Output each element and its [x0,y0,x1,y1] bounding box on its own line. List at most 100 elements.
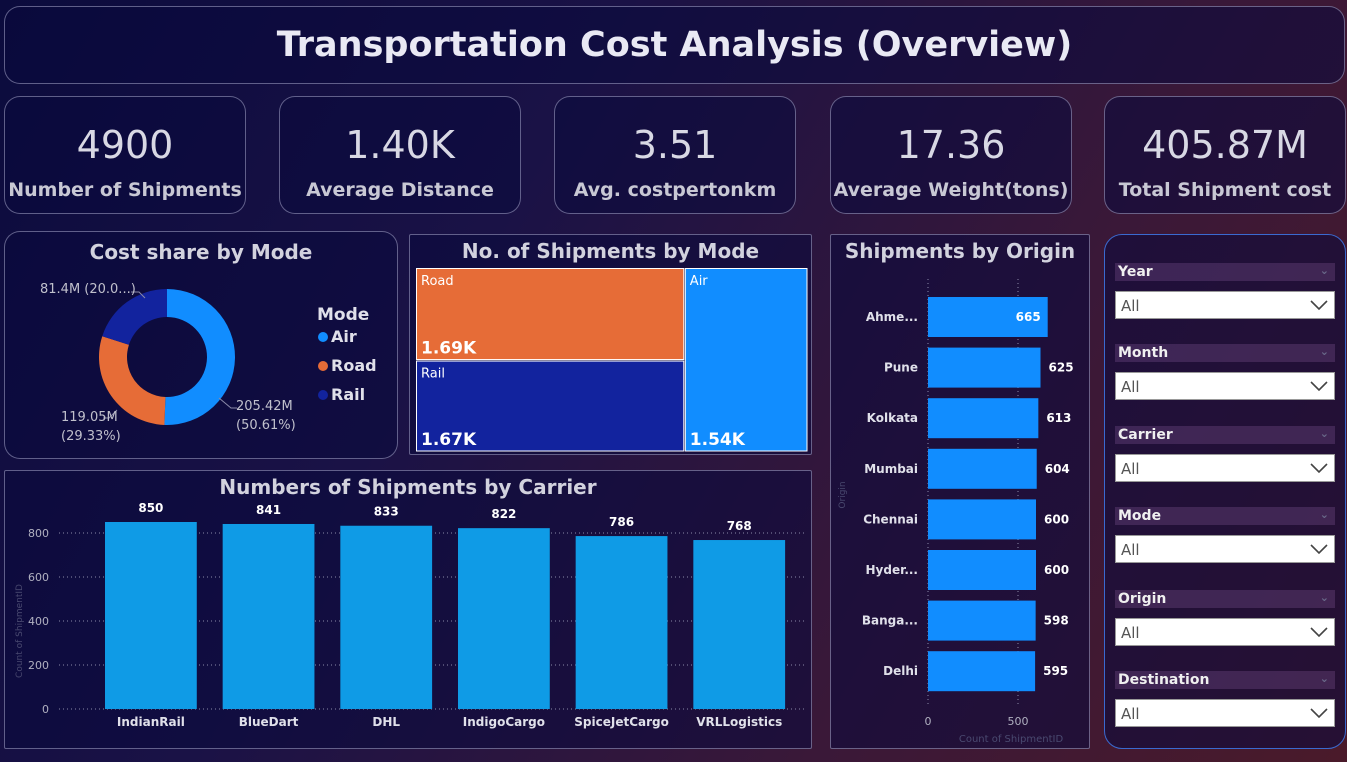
cost-share-panel[interactable]: Cost share by Mode Mode Air Road Rail 205.… [4,231,398,459]
chevron-down-icon [1310,463,1328,474]
origin-bar-panel[interactable]: Shipments by Origin Origin Count of Ship… [830,234,1090,749]
donut-slice-air[interactable] [164,289,235,425]
mode-dropdown[interactable]: All [1115,535,1335,563]
y-tick-label: Banga... [862,614,918,628]
bar-value-label: 841 [256,503,281,517]
x-tick-label: IndigoCargo [463,715,545,729]
y-tick-label: 600 [28,571,49,584]
bar-value-label: 600 [1044,563,1069,577]
donut-slice-rail[interactable] [102,289,167,345]
treemap-svg: Road 1.69K Rail 1.67K Air 1.54K [416,268,808,452]
legend-marker [318,361,328,371]
y-tick-label: 200 [28,659,49,672]
chevron-down-icon[interactable]: ⌄ [1320,589,1329,607]
legend-item-air[interactable]: Air [331,327,357,346]
y-tick-label: Mumbai [864,462,918,476]
dropdown-value: All [1121,378,1140,396]
chevron-down-icon[interactable]: ⌄ [1320,425,1329,443]
y-tick-label: Chennai [863,512,918,526]
bar-chennai[interactable] [928,499,1036,540]
kpi-value: 4900 [76,123,174,167]
slicer-label: Year [1118,264,1153,280]
chevron-down-icon[interactable]: ⌄ [1320,262,1329,280]
bar-banga[interactable] [928,600,1036,641]
bar-vrllogistics[interactable] [693,540,786,709]
dropdown-value: All [1121,460,1140,478]
treemap-value-road: 1.69K [421,339,477,359]
filter-panel: Year ⌄ All Month ⌄ All Carrier ⌄ All Mode ⌄ … [1104,234,1346,749]
legend-item-rail[interactable]: Rail [331,385,365,404]
kpi-label: Total Shipment cost [1118,179,1332,201]
kpi-value: 17.36 [896,123,1006,167]
chevron-down-icon [1310,544,1328,555]
bar-value-label: 665 [1016,310,1041,324]
kpi-card-shipments[interactable]: 4900 Number of Shipments [4,96,246,214]
bar-value-label: 598 [1044,614,1069,628]
legend-item-road[interactable]: Road [331,356,377,375]
treemap-value-air: 1.54K [690,430,746,450]
mode-treemap-panel[interactable]: No. of Shipments by Mode Road 1.69K Rail 1.… [409,234,812,455]
header-banner: Transportation Cost Analysis (Overview) [4,6,1345,84]
destination-dropdown[interactable]: All [1115,699,1335,727]
legend-marker [318,390,328,400]
bar-bluedart[interactable] [222,523,315,709]
x-tick-label: 500 [1008,715,1029,728]
y-tick-label: Kolkata [867,411,918,425]
kpi-value: 3.51 [632,123,718,167]
y-tick-label: 800 [28,527,49,540]
origin-dropdown[interactable]: All [1115,618,1335,646]
year-dropdown[interactable]: All [1115,291,1335,319]
kpi-card-costpertonkm[interactable]: 3.51 Avg. costpertonkm [554,96,796,214]
legend-marker [318,332,328,342]
bar-indigocargo[interactable] [458,528,550,709]
bar-kolkata[interactable] [928,398,1039,439]
bar-value-label: 600 [1044,512,1069,526]
data-label-air: 205.42M [236,399,293,414]
bar-spicejetcargo[interactable] [575,536,668,709]
kpi-label: Average Weight(tons) [833,179,1069,201]
bar-hyder[interactable] [928,550,1036,590]
chevron-down-icon[interactable]: ⌄ [1320,343,1329,361]
bar-value-label: 604 [1045,462,1070,476]
kpi-label: Avg. costpertonkm [573,179,777,201]
bar-dhl[interactable] [340,525,433,709]
treemap-tile-air[interactable] [684,268,808,452]
kpi-card-total-cost[interactable]: 405.87M Total Shipment cost [1104,96,1346,214]
kpi-label: Average Distance [306,179,494,201]
bar-indianrail[interactable] [105,522,197,709]
data-label-rail: 81.4M (20.0...) [40,282,136,297]
donut-svg: Mode Air Road Rail 205.42M (50.61%) 119.05M (… [40,282,377,444]
slicer-label: Origin [1118,591,1167,607]
month-dropdown[interactable]: All [1115,372,1335,400]
origin-y-axis-label: Origin [838,481,848,508]
x-tick-label: 0 [925,715,932,728]
carrier-dropdown[interactable]: All [1115,454,1335,482]
bar-delhi[interactable] [928,651,1036,692]
carrier-bar-panel[interactable]: Numbers of Shipments by Carrier Count of… [4,470,812,749]
origin-x-axis-label: Count of ShipmentID [959,734,1064,745]
kpi-value: 405.87M [1142,123,1308,167]
chevron-down-icon[interactable]: ⌄ [1320,506,1329,524]
slicer-label: Destination [1118,672,1210,688]
x-tick-label: BlueDart [239,715,299,729]
y-tick-label: Ahme... [866,310,918,324]
carrier-svg: Count of ShipmentID 0 200 400 600 800 850 Indi… [15,501,805,729]
data-label-road: 119.05M [61,410,118,425]
data-label-air-pct: (50.61%) [236,418,296,433]
kpi-card-weight[interactable]: 17.36 Average Weight(tons) [830,96,1072,214]
x-tick-label: IndianRail [117,715,185,729]
bar-value-label: 850 [138,501,163,515]
origin-svg: Origin Count of ShipmentID 0 500 Ahme... 66… [838,279,1074,745]
bar-pune[interactable] [928,347,1041,388]
slicer-label: Mode [1118,508,1162,524]
bar-value-label: 822 [491,507,516,521]
dropdown-value: All [1121,297,1140,315]
bar-value-label: 625 [1049,361,1074,375]
kpi-card-distance[interactable]: 1.40K Average Distance [279,96,521,214]
y-tick-label: Delhi [883,664,918,678]
chevron-down-icon[interactable]: ⌄ [1320,670,1329,688]
bar-mumbai[interactable] [928,448,1037,489]
dropdown-value: All [1121,541,1140,559]
treemap-label-air: Air [690,274,709,289]
x-tick-label: SpiceJetCargo [574,715,669,729]
